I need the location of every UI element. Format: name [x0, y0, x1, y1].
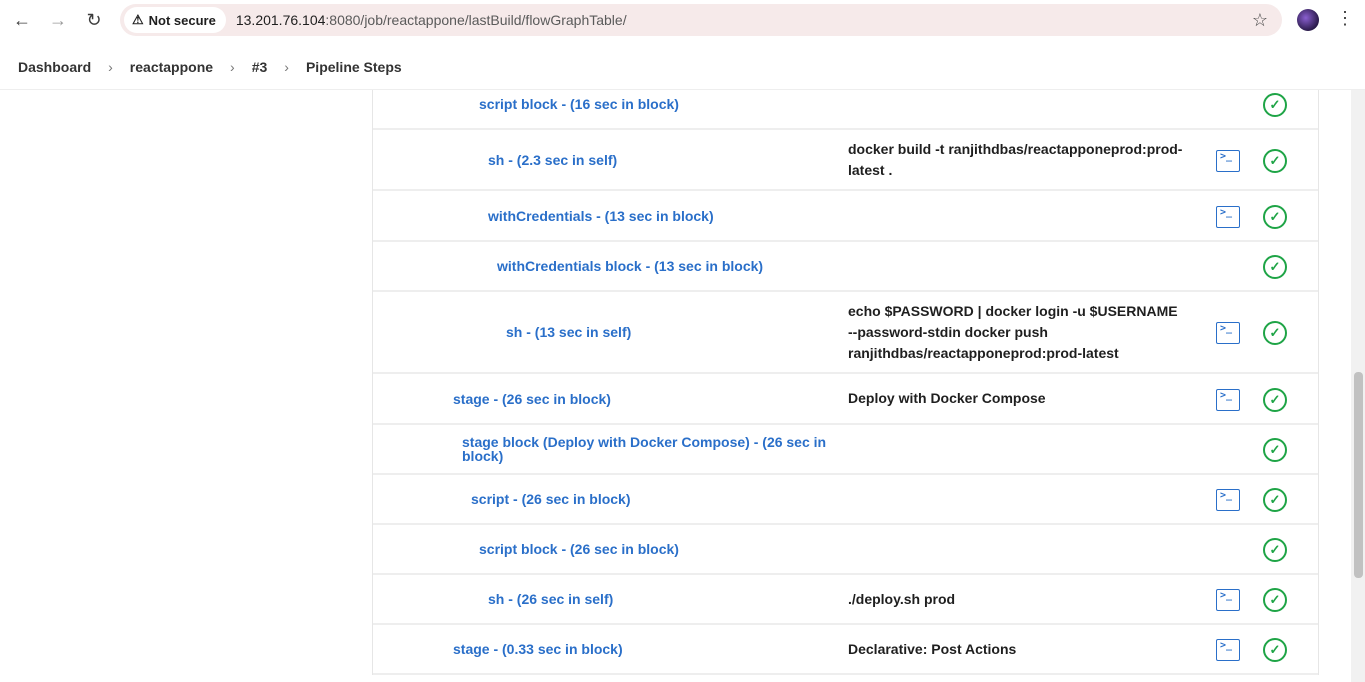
step-link[interactable]: withCredentials block - (13 sec in block…: [497, 242, 763, 290]
terminal-console-icon[interactable]: >_: [1216, 489, 1240, 511]
success-check-icon: ✓: [1263, 538, 1287, 562]
step-arguments: [848, 90, 1183, 128]
chevron-right-icon: ›: [230, 58, 235, 75]
success-check-icon: ✓: [1263, 488, 1287, 512]
browser-toolbar: ← → ↻ ⚠ Not secure 13.201.76.104:8080/jo…: [0, 0, 1365, 40]
table-row: stage - (26 sec in block) Deploy with Doc…: [373, 374, 1318, 425]
url-path: :8080/job/reactappone/lastBuild/flowGrap…: [325, 12, 627, 28]
table-row: withCredentials - (13 sec in block) >_ ✓: [373, 191, 1318, 242]
warning-triangle-icon: ⚠: [132, 12, 144, 27]
table-row: sh - (26 sec in self) ./deploy.sh prod >_ ✓: [373, 575, 1318, 625]
profile-avatar[interactable]: [1297, 9, 1319, 31]
bookmark-star-icon[interactable]: ☆: [1252, 10, 1268, 31]
step-link[interactable]: stage - (0.33 sec in block): [453, 625, 623, 673]
step-link[interactable]: script block - (26 sec in block): [479, 525, 679, 573]
terminal-console-icon[interactable]: >_: [1216, 388, 1240, 411]
table-row: withCredentials block - (13 sec in block…: [373, 242, 1318, 292]
pipeline-steps-table: script block - (16 sec in block) ✓ sh - (2…: [372, 90, 1319, 675]
table-row: stage block (Deploy with Docker Compose)…: [373, 425, 1318, 475]
breadcrumb-dashboard[interactable]: Dashboard: [18, 59, 91, 75]
terminal-console-icon[interactable]: >_: [1216, 589, 1240, 611]
table-row: script block - (16 sec in block) ✓: [373, 90, 1318, 130]
terminal-console-icon[interactable]: >_: [1216, 639, 1240, 661]
terminal-console-icon[interactable]: >_: [1216, 322, 1240, 344]
step-link[interactable]: sh - (13 sec in self): [506, 292, 631, 372]
url-text[interactable]: 13.201.76.104:8080/job/reactappone/lastB…: [236, 12, 627, 28]
page-scrollbar[interactable]: [1351, 90, 1365, 682]
success-check-icon: ✓: [1263, 387, 1287, 412]
step-link[interactable]: sh - (2.3 sec in self): [488, 130, 617, 189]
success-check-icon: ✓: [1263, 93, 1287, 117]
breadcrumb-job[interactable]: reactappone: [130, 59, 213, 75]
step-arguments: [848, 191, 1183, 240]
step-arguments: ./deploy.sh prod: [848, 590, 956, 607]
step-link[interactable]: withCredentials - (13 sec in block): [488, 191, 714, 240]
table-row: sh - (2.3 sec in self) docker build -t ra…: [373, 130, 1318, 191]
table-row: script - (26 sec in block) >_ ✓: [373, 475, 1318, 525]
breadcrumb-pipeline-steps[interactable]: Pipeline Steps: [306, 59, 402, 75]
step-arguments: [848, 475, 1183, 523]
step-arguments: [848, 425, 1183, 473]
success-check-icon: ✓: [1263, 638, 1287, 662]
table-row: stage - (0.33 sec in block) Declarative: …: [373, 625, 1318, 675]
scrollbar-thumb[interactable]: [1354, 372, 1363, 578]
step-arguments: Deploy with Docker Compose: [848, 390, 1046, 406]
step-arguments: echo $PASSWORD | docker login -u $USERNA…: [848, 302, 1178, 361]
step-link[interactable]: sh - (26 sec in self): [488, 575, 613, 623]
success-check-icon: ✓: [1263, 255, 1287, 279]
breadcrumb-build[interactable]: #3: [252, 59, 268, 75]
security-label: Not secure: [148, 12, 216, 28]
table-row: sh - (13 sec in self) echo $PASSWORD | do…: [373, 292, 1318, 374]
breadcrumb: Dashboard › reactappone › #3 › Pipeline …: [0, 44, 1365, 90]
url-host: 13.201.76.104: [235, 12, 326, 28]
success-check-icon: ✓: [1263, 321, 1287, 345]
success-check-icon: ✓: [1263, 204, 1287, 229]
terminal-console-icon[interactable]: >_: [1216, 205, 1240, 228]
step-link[interactable]: stage block (Deploy with Docker Compose)…: [462, 425, 827, 473]
back-arrow-icon[interactable]: ←: [10, 8, 34, 32]
terminal-console-icon[interactable]: >_: [1216, 149, 1240, 172]
address-bar[interactable]: ⚠ Not secure 13.201.76.104:8080/job/reac…: [120, 4, 1282, 36]
step-arguments: Declarative: Post Actions: [848, 640, 1017, 657]
success-check-icon: ✓: [1263, 438, 1287, 462]
menu-kebab-icon[interactable]: ⋮: [1336, 8, 1354, 29]
chevron-right-icon: ›: [284, 58, 289, 75]
security-chip[interactable]: ⚠ Not secure: [124, 7, 226, 33]
chevron-right-icon: ›: [108, 58, 113, 75]
forward-arrow-icon[interactable]: →: [46, 8, 70, 32]
main-content: script block - (16 sec in block) ✓ sh - (2…: [0, 90, 1351, 682]
success-check-icon: ✓: [1263, 148, 1287, 173]
table-row: script block - (26 sec in block) ✓: [373, 525, 1318, 575]
step-arguments: [848, 242, 1183, 290]
step-arguments: docker build -t ranjithdbas/reactapponep…: [848, 140, 1183, 178]
step-link[interactable]: script - (26 sec in block): [471, 475, 631, 523]
step-arguments: [848, 525, 1183, 573]
step-link[interactable]: script block - (16 sec in block): [479, 90, 679, 128]
success-check-icon: ✓: [1263, 588, 1287, 612]
step-link[interactable]: stage - (26 sec in block): [453, 374, 611, 423]
reload-icon[interactable]: ↻: [82, 8, 106, 32]
